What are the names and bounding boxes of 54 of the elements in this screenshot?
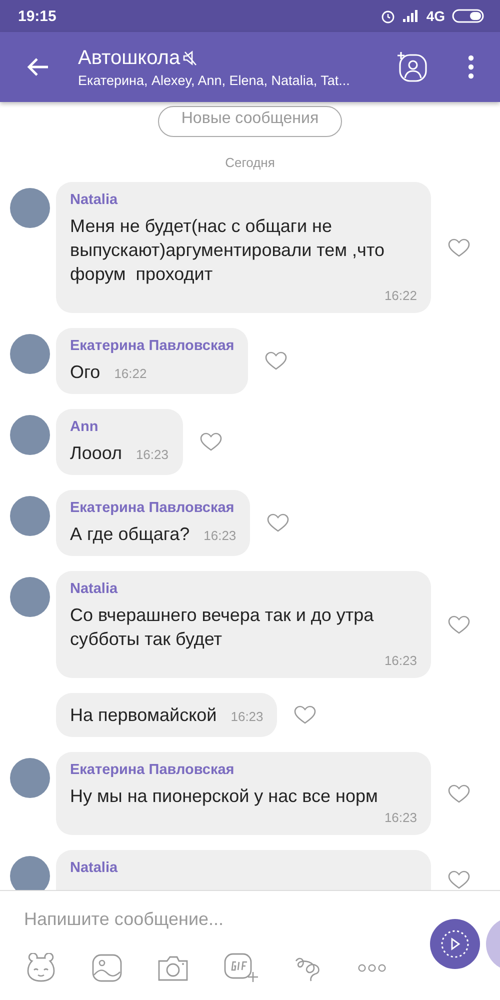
back-arrow-icon[interactable] xyxy=(26,57,50,77)
message-time: 16:23 xyxy=(204,528,236,543)
message-time: 16:22 xyxy=(114,366,147,381)
avatar-photo-placeholder[interactable] xyxy=(10,415,50,455)
sender-name: Екатерина Павловская xyxy=(70,762,236,778)
avatar-photo-placeholder[interactable] xyxy=(10,496,50,536)
sender-name: Natalia xyxy=(70,192,119,208)
avatar-photo-placeholder[interactable] xyxy=(10,856,50,890)
message-time: 16:23 xyxy=(136,447,168,462)
sender-name: Natalia xyxy=(70,860,119,876)
battery-icon xyxy=(452,9,484,23)
heart-icon[interactable] xyxy=(447,238,471,258)
heart-icon[interactable] xyxy=(264,351,288,371)
heart-icon[interactable] xyxy=(293,705,318,725)
more-options-icon[interactable] xyxy=(468,55,474,79)
message-text: Лооол xyxy=(70,442,122,465)
avatar-photo-placeholder[interactable] xyxy=(10,334,50,374)
sender-name: Ann xyxy=(70,419,100,435)
date-label: Сегодня xyxy=(225,155,275,170)
signal-icon xyxy=(403,10,420,22)
message-text: А где общага? xyxy=(70,523,190,546)
message-time: 16:22 xyxy=(384,288,417,303)
message-text: Меня не будет(нас с общаги не выпускают)аргументировали тем ,что форум проходит xyxy=(70,215,386,286)
message-text: Со вчерашнего вечера так и до утра субботы так будет xyxy=(70,604,375,651)
heart-icon[interactable] xyxy=(447,870,471,890)
more-options-icon[interactable] xyxy=(357,963,387,973)
message-time: 16:23 xyxy=(230,709,264,724)
heart-icon[interactable] xyxy=(266,513,290,533)
chat-members: Екатерина, Alexey, Ann, Elena, Natalia, Tat... xyxy=(78,72,351,88)
message-text: Ну мы на пионерской у нас все норм xyxy=(70,785,379,808)
avatar-photo-placeholder[interactable] xyxy=(10,758,50,798)
message-text: Ого xyxy=(70,361,100,384)
sender-name: Екатерина Павловская xyxy=(70,338,234,354)
video-message-button[interactable] xyxy=(430,919,480,969)
alarm-icon xyxy=(380,8,396,24)
chat-title[interactable]: Автошкола xyxy=(78,46,180,70)
image-icon[interactable] xyxy=(91,953,123,983)
message-time: 16:23 xyxy=(384,810,417,825)
avatar-photo-placeholder[interactable] xyxy=(10,577,50,617)
add-participant-icon[interactable] xyxy=(396,51,428,83)
message-input-field[interactable]: Напишите сообщение... xyxy=(24,909,384,930)
heart-icon[interactable] xyxy=(198,432,222,452)
gif-icon[interactable] xyxy=(223,952,259,984)
new-messages-label: Новые сообщения xyxy=(158,106,342,137)
message-text: На первомайской xyxy=(70,704,217,727)
clock-time: 19:15 xyxy=(18,8,56,24)
network-type: 4G xyxy=(426,8,445,24)
sender-name: Natalia xyxy=(70,581,119,597)
heart-icon[interactable] xyxy=(447,784,471,804)
sender-name: Екатерина Павловская xyxy=(70,500,236,516)
play-icon xyxy=(440,929,470,959)
message-time: 16:23 xyxy=(384,653,417,668)
heart-icon[interactable] xyxy=(447,614,471,634)
avatar-photo-placeholder[interactable] xyxy=(10,188,50,228)
